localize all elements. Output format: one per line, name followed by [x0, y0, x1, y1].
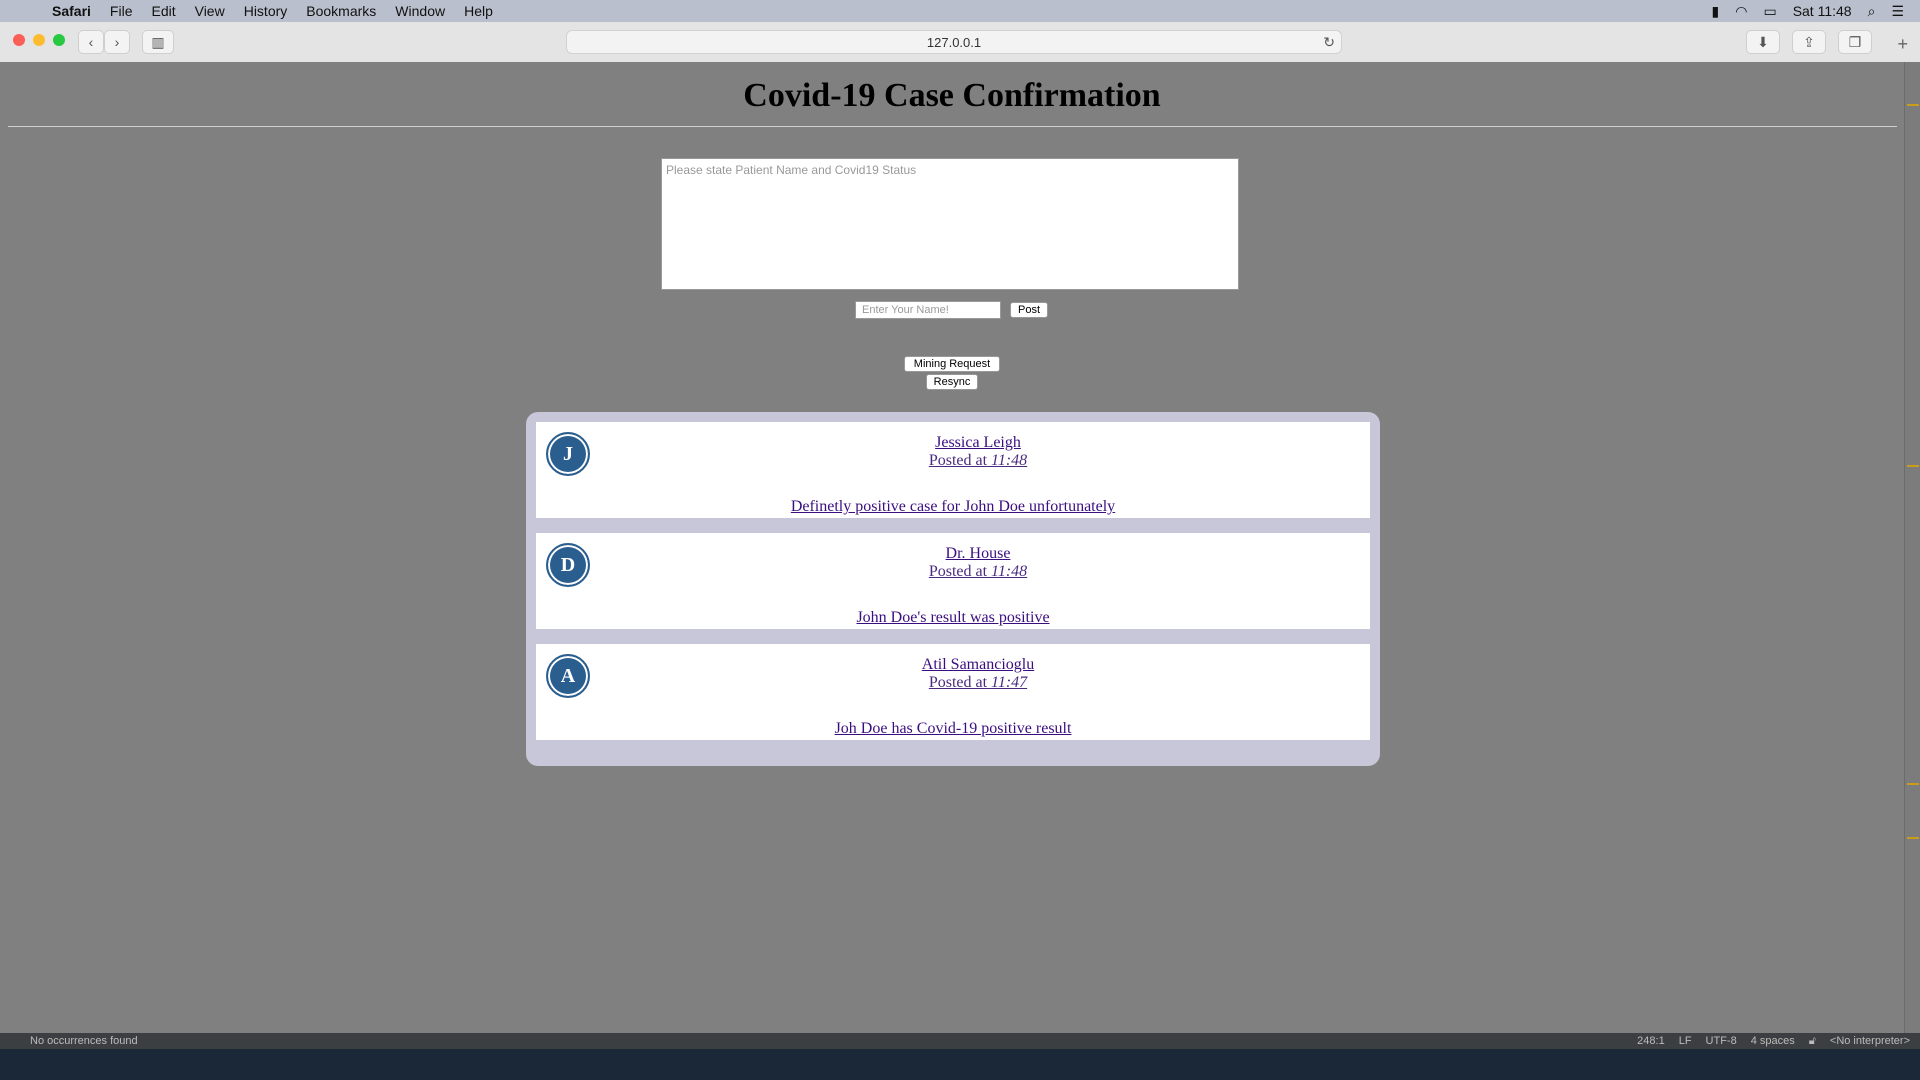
download-icon: ⬇ — [1757, 33, 1769, 50]
scrollbar-marker — [1907, 837, 1919, 839]
interpreter-selector[interactable]: <No interpreter> — [1830, 1035, 1910, 1048]
post-timestamp: Posted at 11:48 — [536, 563, 1370, 581]
downloads-button[interactable]: ⬇ — [1746, 30, 1780, 54]
sidebar-toggle-button[interactable]: ▥ — [142, 30, 174, 54]
url-text: 127.0.0.1 — [926, 34, 982, 50]
line-ending[interactable]: LF — [1679, 1035, 1692, 1048]
spotlight-search-icon[interactable]: ⌕ — [1868, 3, 1876, 20]
post-button[interactable]: Post — [1010, 302, 1048, 318]
menu-file[interactable]: File — [110, 3, 133, 19]
reload-icon[interactable]: ↻ — [1323, 34, 1335, 51]
cursor-position[interactable]: 248:1 — [1637, 1035, 1665, 1048]
posted-prefix: Posted at — [928, 674, 988, 691]
scrollbar-marker — [1907, 104, 1919, 106]
posted-prefix: Posted at — [928, 563, 988, 580]
back-button[interactable]: ‹ — [78, 30, 104, 54]
menu-bar: Safari File Edit View History Bookmarks … — [0, 0, 1920, 22]
post-card: A Atil Samancioglu Posted at 11:47 Joh D… — [536, 644, 1370, 740]
posts-feed: J Jessica Leigh Posted at 11:48 Definetl… — [526, 412, 1380, 766]
tabs-icon: ❐ — [1848, 33, 1862, 50]
window-maximize-button[interactable] — [53, 34, 65, 46]
window-minimize-button[interactable] — [33, 34, 45, 46]
sidebar-icon: ▥ — [151, 33, 165, 50]
notification-center-icon[interactable]: ☰ — [1891, 3, 1904, 20]
share-icon: ⇪ — [1803, 33, 1815, 50]
posted-time: 11:48 — [991, 452, 1028, 469]
menu-clock[interactable]: Sat 11:48 — [1793, 3, 1852, 19]
name-input[interactable]: Enter Your Name! — [855, 301, 1001, 319]
search-status: No occurrences found — [30, 1035, 138, 1047]
posted-prefix: Posted at — [928, 452, 988, 469]
post-timestamp: Posted at 11:48 — [536, 452, 1370, 470]
forward-button[interactable]: › — [104, 30, 130, 54]
post-message-link[interactable]: Definetly positive case for John Doe unf… — [536, 498, 1370, 516]
lock-icon[interactable]: 🔓︎ — [1809, 1035, 1816, 1048]
menu-view[interactable]: View — [195, 3, 225, 19]
address-bar[interactable]: 127.0.0.1 ↻ — [566, 30, 1342, 54]
share-button[interactable]: ⇪ — [1792, 30, 1826, 54]
battery-icon[interactable]: ▭ — [1763, 3, 1776, 20]
menu-help[interactable]: Help — [464, 3, 493, 19]
page-title: Covid-19 Case Confirmation — [743, 77, 1161, 114]
display-icon[interactable]: ▮ — [1712, 3, 1720, 20]
browser-toolbar: ‹ › ▥ 127.0.0.1 ↻ ⬇ ⇪ ❐ + — [0, 22, 1920, 63]
tabs-overview-button[interactable]: ❐ — [1838, 30, 1872, 54]
chevron-left-icon: ‹ — [88, 34, 94, 50]
post-author-link[interactable]: Jessica Leigh — [536, 434, 1370, 452]
vertical-scrollbar[interactable] — [1904, 62, 1920, 1033]
mining-request-button[interactable]: Mining Request — [904, 356, 1000, 372]
indent-setting[interactable]: 4 spaces — [1751, 1035, 1795, 1048]
wifi-icon[interactable]: ◠ — [1735, 3, 1747, 20]
post-message-link[interactable]: Joh Doe has Covid-19 positive result — [536, 720, 1370, 738]
desktop-background — [0, 1049, 1920, 1080]
page-viewport: Covid-19 Case Confirmation Please state … — [0, 62, 1904, 1033]
post-card: D Dr. House Posted at 11:48 John Doe's r… — [536, 533, 1370, 629]
title-divider — [8, 126, 1897, 127]
scrollbar-marker — [1907, 465, 1919, 467]
post-author-link[interactable]: Dr. House — [536, 545, 1370, 563]
file-encoding[interactable]: UTF-8 — [1706, 1035, 1737, 1048]
menu-bookmarks[interactable]: Bookmarks — [306, 3, 376, 19]
chevron-right-icon: › — [114, 34, 120, 50]
scrollbar-marker — [1907, 783, 1919, 785]
post-timestamp: Posted at 11:47 — [536, 674, 1370, 692]
name-input-placeholder: Enter Your Name! — [862, 304, 949, 316]
menu-edit[interactable]: Edit — [151, 3, 175, 19]
post-card: J Jessica Leigh Posted at 11:48 Definetl… — [536, 422, 1370, 518]
posted-time: 11:48 — [991, 563, 1028, 580]
editor-status-bar: No occurrences found 248:1 LF UTF-8 4 sp… — [0, 1033, 1920, 1049]
menu-app-safari[interactable]: Safari — [52, 3, 91, 19]
menu-history[interactable]: History — [244, 3, 288, 19]
new-tab-plus-icon[interactable]: + — [1897, 34, 1908, 55]
menu-window[interactable]: Window — [395, 3, 445, 19]
posted-time: 11:47 — [991, 674, 1028, 691]
post-message-link[interactable]: John Doe's result was positive — [536, 609, 1370, 627]
post-author-link[interactable]: Atil Samancioglu — [536, 656, 1370, 674]
window-close-button[interactable] — [13, 34, 25, 46]
status-textarea[interactable]: Please state Patient Name and Covid19 St… — [661, 158, 1239, 290]
resync-button[interactable]: Resync — [926, 374, 978, 390]
status-textarea-placeholder: Please state Patient Name and Covid19 St… — [666, 163, 917, 177]
